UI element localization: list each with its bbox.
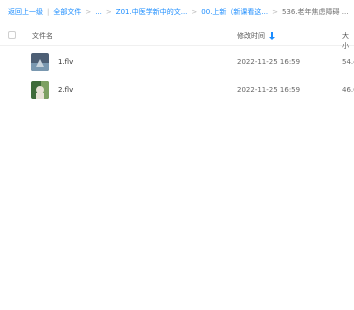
sort-desc-icon[interactable] [269, 32, 275, 40]
breadcrumb-separator: | [47, 8, 50, 16]
breadcrumb-separator: > [85, 8, 92, 16]
breadcrumb-ellipsis[interactable]: ... [95, 8, 102, 16]
breadcrumb: 返回上一级 | 全部文件 > ... > Z01.中医学新中的文... > 00… [8, 6, 348, 18]
column-header-modified[interactable]: 修改时间 [237, 31, 275, 41]
file-list-header: 文件名 修改时间 大小 [0, 24, 354, 50]
breadcrumb-separator: > [272, 8, 278, 16]
column-header-modified-label: 修改时间 [237, 32, 265, 40]
file-name[interactable]: 2.flv [58, 86, 73, 94]
breadcrumb-separator: > [191, 8, 198, 16]
all-files-link[interactable]: 全部文件 [53, 7, 81, 17]
video-thumbnail-icon [31, 53, 49, 71]
video-thumbnail-icon [31, 81, 49, 99]
file-modified-time: 2022-11-25 16:59 [237, 58, 301, 66]
breadcrumb-separator: > [105, 8, 112, 16]
table-row[interactable]: 2.flv 2022-11-25 16:59 46.6 [0, 76, 354, 104]
file-modified-time: 2022-11-25 16:59 [237, 86, 301, 94]
breadcrumb-folder-1[interactable]: Z01.中医学新中的文... [116, 7, 188, 17]
select-all-checkbox[interactable] [8, 31, 16, 39]
breadcrumb-current: 536.老年焦虑障碍 ... [281, 8, 349, 16]
breadcrumb-folder-2[interactable]: 00.上新（新课看这... [201, 7, 268, 17]
column-header-name[interactable]: 文件名 [32, 31, 53, 41]
file-name[interactable]: 1.flv [58, 58, 73, 66]
file-size: 54.4 [342, 58, 354, 66]
table-row[interactable]: 1.flv 2022-11-25 16:59 54.4 [0, 48, 354, 76]
back-link[interactable]: 返回上一级 [8, 7, 43, 17]
file-size: 46.6 [342, 86, 354, 94]
